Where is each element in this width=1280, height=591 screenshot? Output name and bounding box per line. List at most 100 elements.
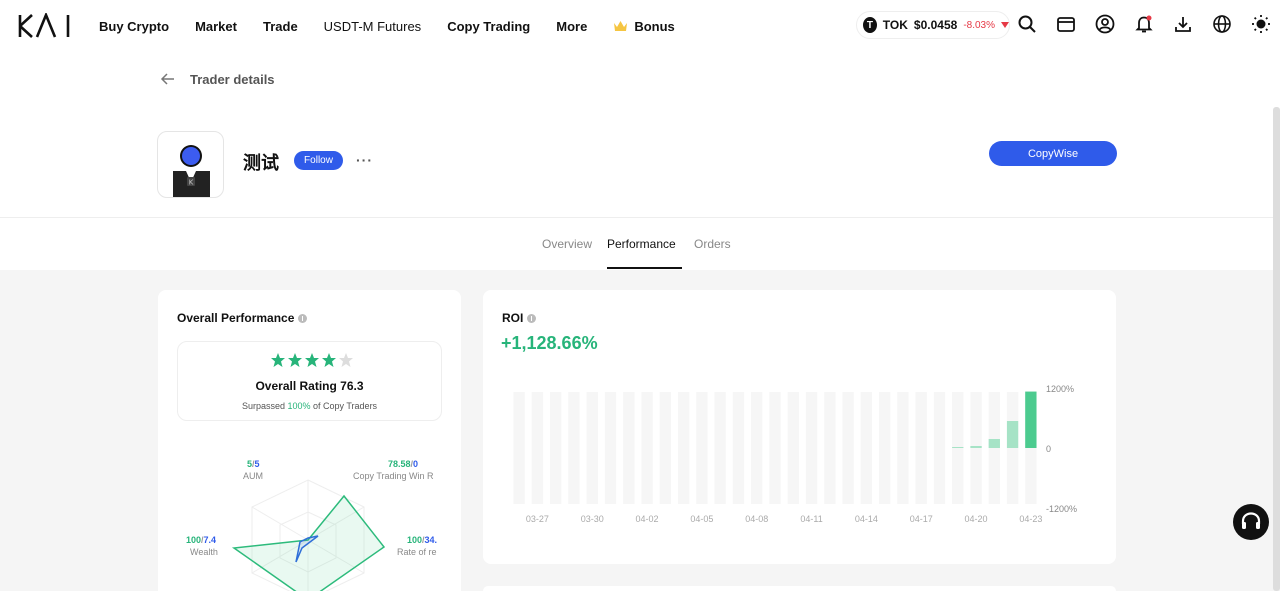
bar-placeholder (787, 392, 799, 504)
radar-rate-value: 100/34. (407, 535, 438, 545)
x-tick-label: 03-30 (581, 514, 604, 524)
nav-buy-crypto[interactable]: Buy Crypto (99, 19, 169, 34)
roi-bar[interactable] (1006, 421, 1019, 448)
nav-icons (1017, 14, 1271, 34)
globe-icon[interactable] (1212, 14, 1232, 34)
y-tick-label: 1200% (1046, 384, 1074, 394)
scrollbar[interactable] (1273, 107, 1280, 591)
bar-placeholder (933, 392, 946, 504)
bar-placeholder (604, 392, 617, 504)
bar-placeholder (659, 392, 672, 504)
search-icon[interactable] (1017, 14, 1037, 34)
star-empty-icon (339, 353, 353, 367)
nav-copy-trading[interactable]: Copy Trading (447, 19, 530, 34)
active-tab-indicator (607, 267, 682, 269)
x-tick-label: 04-17 (910, 514, 933, 524)
more-options-icon[interactable]: ··· (356, 152, 373, 168)
ticker-change: -8.03% (963, 19, 995, 31)
roi-bar[interactable] (1025, 391, 1037, 448)
tab-overview[interactable]: Overview (542, 237, 592, 251)
x-tick-label: 04-05 (690, 514, 713, 524)
x-tick-label: 04-11 (800, 514, 822, 524)
overall-rating: Overall Rating 76.3 (255, 379, 364, 393)
star-filled-icon (322, 353, 336, 367)
surpassed-suffix: of Copy Traders (313, 401, 378, 411)
roi-bar[interactable] (970, 446, 982, 448)
top-navigation: Buy Crypto Market Trade USDT-M Futures C… (0, 0, 1280, 52)
bar-placeholder (842, 392, 854, 504)
y-tick-label: 0 (1046, 444, 1051, 454)
svg-text:K: K (189, 179, 194, 187)
x-tick-label: 04-02 (636, 514, 659, 524)
download-icon[interactable] (1173, 14, 1193, 34)
bar-placeholder (878, 392, 891, 504)
nav-bonus-label: Bonus (634, 18, 675, 34)
rate-max: 34. (424, 535, 438, 545)
radar-wealth-value: 100/7.4 (186, 535, 217, 545)
support-button[interactable] (1233, 504, 1269, 540)
bar-placeholder (550, 392, 562, 504)
tab-performance[interactable]: Performance (607, 237, 676, 251)
copywise-button[interactable]: CopyWise (989, 141, 1117, 166)
radar-wealth-label: Wealth (190, 547, 218, 557)
nav-market[interactable]: Market (195, 19, 237, 34)
bar-placeholder (513, 392, 525, 504)
radar-aum-label: AUM (243, 471, 263, 481)
star-filled-icon (271, 353, 285, 367)
rating-box: Overall Rating 76.3 Surpassed 100% of Co… (177, 341, 442, 421)
trader-name: 测试 (243, 153, 279, 174)
roi-bar-chart: 1200% 0 -1200% 03-27 03-30 04-02 04-05 04-08 04-… (513, 384, 1077, 524)
rate-value: 100 (407, 535, 423, 545)
surpassed-text: Surpassed 100% of Copy Traders (178, 401, 441, 411)
bar-placeholder (915, 392, 927, 504)
avatar: K (157, 131, 224, 198)
aum-max: 5 (254, 459, 260, 469)
bar-placeholder (897, 392, 909, 504)
token-icon: T (863, 17, 877, 33)
next-card (483, 586, 1116, 591)
ticker-symbol: TOK (882, 18, 908, 32)
overall-performance-card: Overall Performance Overall Rating 76.3 … (158, 290, 461, 591)
x-tick-label: 04-20 (965, 514, 988, 524)
down-arrow-icon (1001, 22, 1009, 28)
page-title: Trader details (190, 71, 275, 87)
star-filled-icon (305, 353, 319, 367)
wealth-max: 7.4 (203, 535, 217, 545)
winrate-max: 0 (413, 459, 419, 469)
x-tick-label: 04-23 (1019, 514, 1042, 524)
kai-logo[interactable] (18, 13, 74, 39)
overall-performance-heading: Overall Performance (177, 311, 308, 325)
token-ticker[interactable]: T TOK $0.0458 -8.03% (856, 11, 1010, 39)
bar-placeholder (641, 392, 653, 504)
x-tick-label: 03-27 (526, 514, 549, 524)
user-icon[interactable] (1095, 14, 1115, 34)
back-arrow-icon[interactable] (160, 71, 176, 87)
star-filled-icon (288, 353, 302, 367)
bar-placeholder (751, 392, 763, 504)
bell-icon[interactable] (1134, 14, 1154, 34)
nav-trade[interactable]: Trade (263, 19, 298, 34)
rating-stars (270, 352, 354, 368)
bar-placeholder (623, 392, 635, 504)
roi-bar[interactable] (952, 447, 964, 448)
x-tick-label: 04-14 (855, 514, 878, 524)
roi-bar[interactable] (988, 439, 1000, 448)
bar-placeholder (677, 392, 690, 504)
bar-placeholder (732, 392, 745, 504)
follow-button[interactable]: Follow (294, 151, 343, 170)
radar-chart: 5/5 AUM 78.58/0 Copy Trading Win R 100/7… (158, 450, 461, 591)
bar-placeholder (568, 392, 580, 504)
wallet-icon[interactable] (1056, 14, 1076, 34)
wealth-value: 100 (186, 535, 202, 545)
sun-icon[interactable] (1251, 14, 1271, 34)
surpassed-value: 100% (287, 401, 311, 411)
nav-menu: Buy Crypto Market Trade USDT-M Futures C… (99, 0, 701, 52)
roi-card: ROI +1,128.66% 1200% 0 -1200% 03-27 03-30 04-… (483, 290, 1116, 564)
bar-placeholder (805, 392, 818, 504)
radar-rate-label: Rate of re (397, 547, 437, 557)
nav-bonus[interactable]: Bonus (613, 18, 675, 34)
info-icon[interactable] (298, 313, 308, 323)
tab-orders[interactable]: Orders (694, 237, 731, 251)
nav-more[interactable]: More (556, 19, 587, 34)
nav-usdt-futures[interactable]: USDT-M Futures (324, 19, 422, 34)
